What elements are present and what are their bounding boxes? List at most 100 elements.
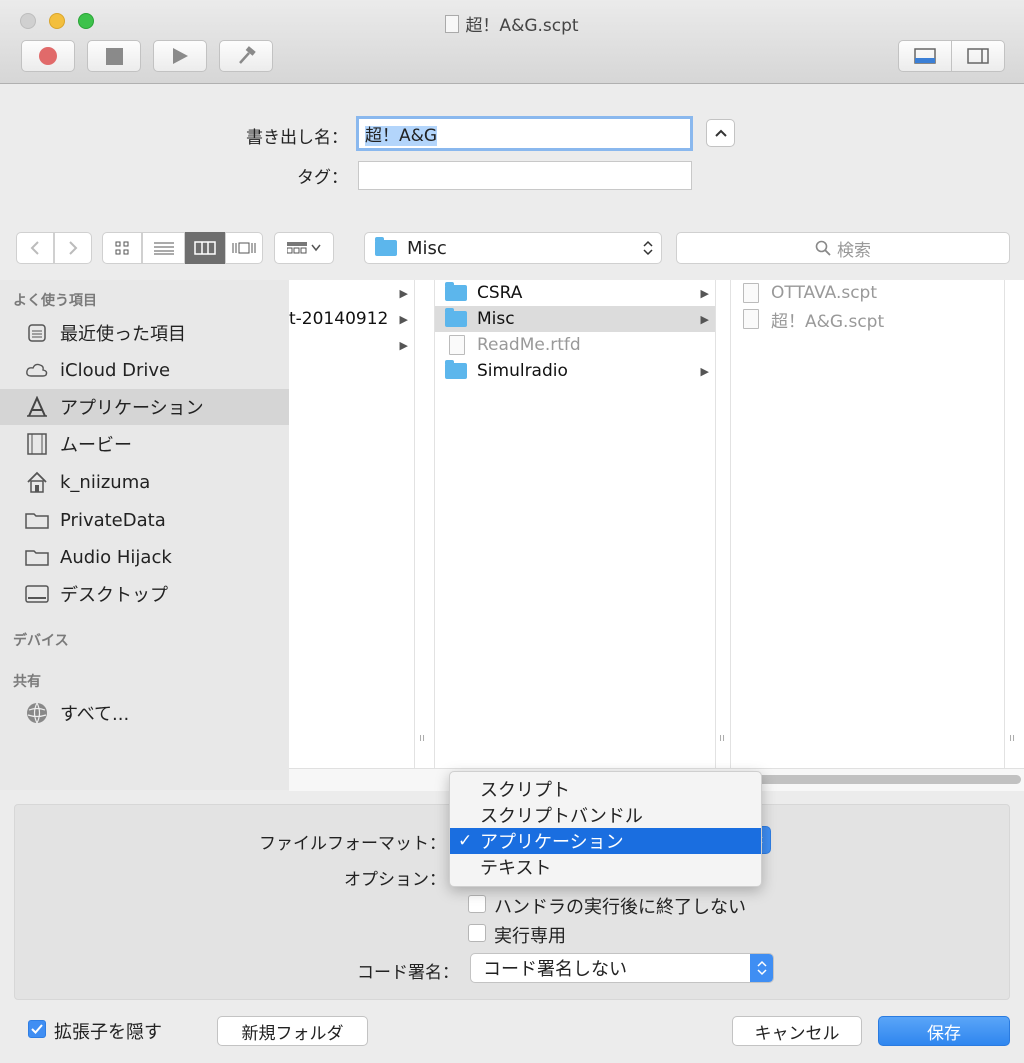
- cancel-button[interactable]: キャンセル: [732, 1016, 862, 1046]
- stay-open-label: ハンドラの実行後に終了しない: [494, 897, 746, 918]
- list-item[interactable]: ▶: [289, 332, 414, 358]
- sidebar-item-movies[interactable]: ムービー: [0, 426, 289, 462]
- menu-item-label: スクリプト: [480, 780, 570, 801]
- scrollbar-thumb[interactable]: [729, 775, 1021, 784]
- column-resize-handle[interactable]: ıı: [719, 731, 725, 744]
- code-sign-popup[interactable]: コード署名しない: [470, 953, 774, 983]
- back-button[interactable]: [16, 232, 54, 264]
- list-icon: [153, 242, 174, 255]
- list-item[interactable]: ▶: [289, 280, 414, 306]
- browser-column-1: ▶ t-20140912 ▶ ▶ ıı: [289, 280, 425, 768]
- column-view-button[interactable]: [185, 232, 225, 264]
- sidebar-item-label: すべて...: [60, 704, 130, 725]
- updown-arrows-icon: [643, 240, 653, 256]
- list-item-label: 超！A&G.scpt: [771, 311, 885, 332]
- script-file-icon: [445, 15, 460, 33]
- compile-button[interactable]: [219, 40, 273, 72]
- list-item-simulradio[interactable]: Simulradio ▶: [435, 358, 715, 384]
- cloud-icon: [24, 357, 50, 383]
- location-popup[interactable]: Misc: [364, 232, 662, 264]
- search-icon: [815, 240, 831, 256]
- sidebar-item-label: ムービー: [60, 435, 132, 456]
- sidebar-item-shared-all[interactable]: すべて...: [0, 695, 289, 731]
- forward-button[interactable]: [54, 232, 92, 264]
- list-item-readme[interactable]: ReadMe.rtfd: [435, 332, 715, 358]
- record-icon: [39, 47, 57, 65]
- folder-icon: [375, 237, 397, 256]
- record-button[interactable]: [21, 40, 75, 72]
- browser-column-3: OTTAVA.scpt 超！A&G.scpt ıı: [730, 280, 1015, 768]
- sidebar-item-label: Audio Hijack: [60, 546, 172, 568]
- icon-view-button[interactable]: [102, 232, 142, 264]
- disclosure-arrow-icon: ▶: [700, 286, 709, 300]
- window-titlebar: 超！A&G.scpt: [0, 0, 1024, 84]
- file-format-menu: スクリプト スクリプトバンドル ✓ アプリケーション テキスト: [449, 771, 762, 887]
- cover-flow-icon: [232, 242, 256, 254]
- folder-icon: [24, 507, 50, 533]
- hammer-icon: [239, 46, 256, 64]
- chevron-down-icon: [311, 244, 321, 252]
- sidebar-item-desktop[interactable]: デスクトップ: [0, 576, 289, 612]
- save-button[interactable]: 保存: [878, 1016, 1010, 1046]
- run-only-label: 実行専用: [494, 926, 566, 947]
- cover-flow-button[interactable]: [225, 232, 263, 264]
- disclosure-arrow-icon: ▶: [700, 312, 709, 326]
- list-item-label: ReadMe.rtfd: [477, 335, 581, 355]
- arrange-button[interactable]: [274, 232, 334, 264]
- folder-icon: [445, 282, 467, 301]
- file-format-label: ファイルフォーマット：: [259, 834, 446, 854]
- search-field[interactable]: 検索: [676, 232, 1010, 264]
- list-item-misc[interactable]: Misc ▶: [435, 306, 715, 332]
- list-item-label: OTTAVA.scpt: [771, 283, 878, 303]
- show-log-button[interactable]: [898, 40, 952, 72]
- sidebar-item-privatedata[interactable]: PrivateData: [0, 502, 289, 538]
- side-panel-icon: [967, 48, 989, 64]
- search-placeholder: 検索: [837, 240, 871, 261]
- list-view-button[interactable]: [142, 232, 185, 264]
- sidebar-item-home[interactable]: k_niizuma: [0, 464, 289, 500]
- network-icon: [24, 700, 50, 726]
- collapse-browser-button[interactable]: [706, 119, 735, 147]
- tag-input[interactable]: [358, 161, 692, 190]
- sidebar-item-label: デスクトップ: [60, 585, 168, 606]
- menu-item-script-bundle[interactable]: スクリプトバンドル: [450, 802, 761, 828]
- home-icon: [24, 469, 50, 495]
- run-button[interactable]: [153, 40, 207, 72]
- location-folder-name: Misc: [407, 237, 447, 259]
- column-resize-handle[interactable]: ıı: [419, 731, 425, 744]
- applications-icon: [24, 394, 50, 420]
- menu-item-application[interactable]: ✓ アプリケーション: [450, 828, 761, 854]
- window-title: 超！A&G.scpt: [0, 11, 1024, 36]
- rtfd-document-icon: [449, 335, 465, 355]
- column-resize-handle[interactable]: ıı: [1009, 731, 1015, 744]
- folder-icon: [24, 544, 50, 570]
- sidebar-item-icloud-drive[interactable]: iCloud Drive: [0, 352, 289, 388]
- sidebar-item-audio-hijack[interactable]: Audio Hijack: [0, 539, 289, 575]
- devices-header: デバイス: [13, 633, 69, 649]
- recents-icon: [24, 320, 50, 346]
- chevron-up-icon: [714, 129, 727, 137]
- show-sidebar-button[interactable]: [951, 40, 1005, 72]
- list-item-ottava[interactable]: OTTAVA.scpt: [731, 280, 1005, 306]
- chevron-left-icon: [30, 241, 39, 255]
- menu-item-label: スクリプトバンドル: [480, 806, 643, 827]
- sidebar: よく使う項目 最近使った項目 iCloud Drive アプリケーション ムービ…: [0, 280, 289, 790]
- list-item-agqr[interactable]: 超！A&G.scpt: [731, 306, 1005, 332]
- sidebar-item-label: 最近使った項目: [60, 324, 186, 345]
- export-name-input[interactable]: 超！A&G: [356, 116, 693, 151]
- sidebar-item-recents[interactable]: 最近使った項目: [0, 315, 289, 351]
- hide-extension-checkbox[interactable]: [28, 1020, 46, 1038]
- play-icon: [173, 48, 188, 64]
- sidebar-item-applications[interactable]: アプリケーション: [0, 389, 289, 425]
- menu-item-label: アプリケーション: [480, 832, 624, 853]
- menu-item-text[interactable]: テキスト: [450, 854, 761, 880]
- stop-button[interactable]: [87, 40, 141, 72]
- list-item[interactable]: t-20140912 ▶: [289, 306, 414, 332]
- list-item-csra[interactable]: CSRA ▶: [435, 280, 715, 306]
- run-only-checkbox[interactable]: [468, 924, 486, 942]
- new-folder-button[interactable]: 新規フォルダ: [217, 1016, 368, 1046]
- tag-label: タグ：: [297, 168, 348, 188]
- stay-open-checkbox[interactable]: [468, 895, 486, 913]
- menu-item-script[interactable]: スクリプト: [450, 776, 761, 802]
- column-browser: ▶ t-20140912 ▶ ▶ ıı CSRA ▶ Misc ▶ ReadMe.rt…: [289, 280, 1024, 791]
